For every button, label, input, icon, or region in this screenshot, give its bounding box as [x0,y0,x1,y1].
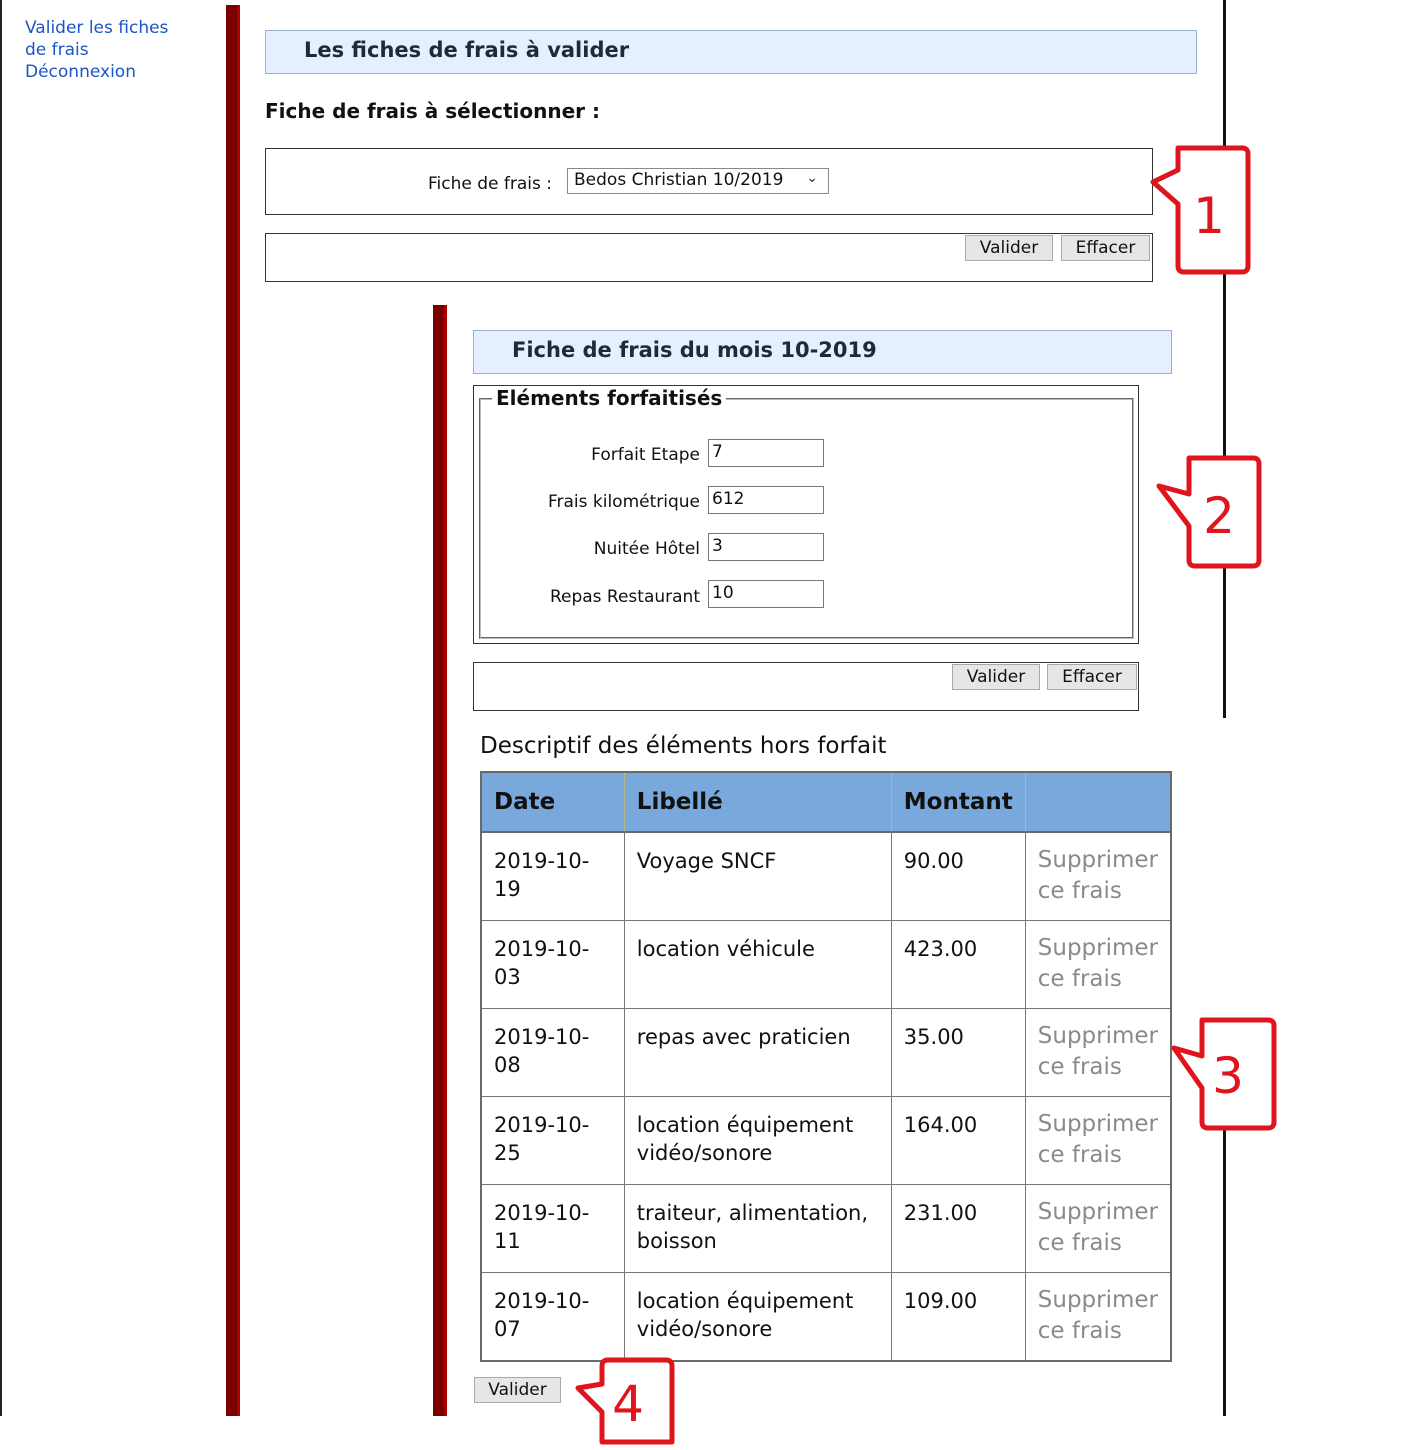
table-row: 2019-10-08 repas avec praticien 35.00 Su… [480,1008,1172,1097]
callout-4-label: 4 [612,1375,644,1433]
forfait-clear-button[interactable]: Effacer [1047,664,1137,690]
table-row: 2019-10-19 Voyage SNCF 90.00 Supprimer c… [480,831,1172,921]
cell-libelle: repas avec praticien [623,1008,892,1097]
page-title: Les fiches de frais à valider [304,38,630,62]
hors-forfait-title: Descriptif des éléments hors forfait [480,733,887,759]
callout-3-label: 3 [1212,1047,1244,1105]
page-right-border [1223,0,1226,718]
callout-2-label: 2 [1203,487,1235,545]
cell-date: 2019-10-11 [480,1184,625,1273]
selection-heading: Fiche de frais à sélectionner : [265,99,600,123]
forfait-input-repas[interactable]: 10 [708,580,824,608]
column-header-action [1024,771,1172,833]
callout-4: 4 [575,1357,675,1445]
table-row: 2019-10-25 location équipement vidéo/son… [480,1096,1172,1185]
callout-1-label: 1 [1193,187,1225,245]
nav-link-logout[interactable]: Déconnexion [25,61,205,83]
table-row: 2019-10-03 location véhicule 423.00 Supp… [480,920,1172,1009]
table-header-row: Date Libellé Montant [479,771,1172,833]
selection-label: Fiche de frais : [428,174,553,194]
content-left-bar [226,5,240,1416]
table-row: 2019-10-11 traiteur, alimentation, boiss… [480,1184,1172,1273]
inner-left-bar [433,305,447,1416]
forfait-label-repas: Repas Restaurant [549,587,700,607]
delete-expense-link[interactable]: Supprimer ce frais [1024,831,1172,921]
hors-forfait-table: Date Libellé Montant 2019-10-19 Voyage S… [479,771,1172,1362]
column-header-date: Date [479,771,625,833]
sidebar-nav: Valider les fiches de frais Déconnexion [25,17,205,83]
selection-clear-button[interactable]: Effacer [1061,235,1150,261]
cell-montant: 423.00 [890,920,1026,1009]
fiche-title: Fiche de frais du mois 10-2019 [512,338,877,362]
delete-expense-link[interactable]: Supprimer ce frais [1024,1272,1172,1362]
delete-expense-link[interactable]: Supprimer ce frais [1024,1184,1172,1273]
forfait-input-hotel[interactable]: 3 [708,533,824,561]
forfait-validate-button[interactable]: Valider [952,664,1040,690]
cell-libelle: Voyage SNCF [623,831,892,921]
fiche-select-value: Bedos Christian 10/2019 [574,170,784,190]
cell-date: 2019-10-03 [480,920,625,1009]
column-header-libelle: Libellé [623,771,892,833]
fiche-select[interactable]: Bedos Christian 10/2019 ⌄ [567,168,829,194]
nav-link-validate-sheets[interactable]: Valider les fiches de frais [25,17,185,61]
page-left-border-lower [0,718,2,1416]
page-title-box: Les fiches de frais à valider [265,30,1197,74]
forfait-input-etape[interactable]: 7 [708,439,824,467]
cell-montant: 35.00 [890,1008,1026,1097]
fiche-title-box: Fiche de frais du mois 10-2019 [473,330,1172,374]
cell-date: 2019-10-08 [480,1008,625,1097]
forfait-label-hotel: Nuitée Hôtel [593,539,700,559]
cell-montant: 109.00 [890,1272,1026,1362]
cell-libelle: location équipement vidéo/sonore [623,1272,892,1362]
column-header-montant: Montant [890,771,1026,833]
delete-expense-link[interactable]: Supprimer ce frais [1024,920,1172,1009]
cell-date: 2019-10-25 [480,1096,625,1185]
hors-forfait-validate-button[interactable]: Valider [474,1377,561,1403]
forfait-input-km[interactable]: 612 [708,486,824,514]
delete-expense-link[interactable]: Supprimer ce frais [1024,1096,1172,1185]
forfait-label-km: Frais kilométrique [547,492,700,512]
table-row: 2019-10-07 location équipement vidéo/son… [480,1272,1172,1362]
cell-date: 2019-10-19 [480,831,625,921]
callout-2: 2 [1156,455,1262,569]
forfait-legend: Eléments forfaitisés [492,386,727,410]
cell-libelle: location équipement vidéo/sonore [623,1096,892,1185]
cell-montant: 231.00 [890,1184,1026,1273]
cell-date: 2019-10-07 [480,1272,625,1362]
callout-3: 3 [1171,1017,1277,1131]
cell-libelle: traiteur, alimentation, boisson [623,1184,892,1273]
forfait-label-etape: Forfait Etape [591,445,700,465]
delete-expense-link[interactable]: Supprimer ce frais [1024,1008,1172,1097]
cell-montant: 164.00 [890,1096,1026,1185]
page-left-border [0,0,2,718]
selection-validate-button[interactable]: Valider [965,235,1053,261]
cell-libelle: location véhicule [623,920,892,1009]
chevron-down-icon: ⌄ [806,170,818,186]
cell-montant: 90.00 [890,831,1026,921]
callout-1: 1 [1150,145,1251,275]
